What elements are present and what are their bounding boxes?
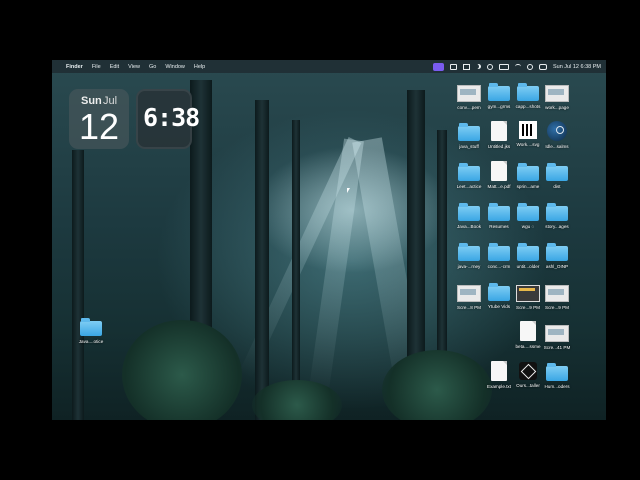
screenshot-icon <box>545 85 569 102</box>
screenshot-icon <box>516 285 540 302</box>
desktop-icon-label: Scre...9 PM <box>545 305 569 310</box>
desktop-icon[interactable]: Scre...9 PM <box>540 281 574 310</box>
folder-icon <box>517 83 539 101</box>
folder-icon <box>458 243 480 261</box>
desktop-icon[interactable]: dist <box>540 161 574 189</box>
menu-clock[interactable]: Sun Jul 12 6:38 PM <box>553 64 601 70</box>
folder-icon <box>458 203 480 221</box>
menu-app-name[interactable]: Finder <box>66 64 83 70</box>
mouse-cursor <box>347 188 350 193</box>
menu-view[interactable]: View <box>128 64 140 70</box>
folder-icon <box>517 243 539 261</box>
image-icon <box>519 121 537 139</box>
desktop-icon[interactable]: Hum...oders <box>540 361 574 389</box>
menu-go[interactable]: Go <box>149 64 156 70</box>
desktop-icon[interactable]: conv....pem <box>452 81 486 110</box>
desktop-icon[interactable]: Scre...8 PM <box>452 281 486 310</box>
menu-edit[interactable]: Edit <box>110 64 119 70</box>
desktop-icon-label: work...page <box>545 105 569 110</box>
moon-icon[interactable] <box>476 64 481 69</box>
menu-help[interactable]: Help <box>194 64 205 70</box>
desktop-icon-label: Idle...salms <box>545 144 569 149</box>
folder-icon <box>458 123 480 141</box>
tree-trunk <box>255 100 269 420</box>
document-icon <box>491 121 507 141</box>
desktop-icon[interactable]: ashl_OINP <box>540 241 574 269</box>
desktop-icon-label: Java....otice <box>78 339 104 344</box>
desktop-icon-label: ashl_OINP <box>545 264 569 269</box>
folder-icon <box>546 363 568 381</box>
screenshot-icon <box>457 285 481 302</box>
menu-file[interactable]: File <box>92 64 101 70</box>
screen-record-icon[interactable] <box>432 62 444 71</box>
desktop[interactable]: Finder File Edit View Go Window Help Sun… <box>52 60 606 420</box>
display-icon[interactable] <box>462 63 470 70</box>
desktop-icon[interactable]: java-...rney <box>452 241 486 269</box>
control-center-icon[interactable] <box>538 63 547 70</box>
menu-window[interactable]: Window <box>165 64 185 70</box>
desktop-icon[interactable]: Scre...41 PM <box>540 321 574 350</box>
wifi-icon[interactable] <box>514 64 521 69</box>
desktop-icon-label: dist <box>553 184 561 189</box>
desktop-icon-label: Scre...8 PM <box>457 305 481 310</box>
desktop-icon[interactable]: Leet...actice <box>452 161 486 189</box>
tree-trunk <box>292 120 300 420</box>
foliage <box>122 320 242 420</box>
desktop-icon-label: java_stuff <box>459 144 479 149</box>
document-icon <box>491 161 507 181</box>
clock-widget[interactable]: 6:38 <box>136 89 200 149</box>
folder-icon <box>546 243 568 261</box>
camera-icon[interactable] <box>449 63 457 70</box>
desktop-icon[interactable]: story...ages <box>540 201 574 229</box>
folder-icon <box>488 243 510 261</box>
screenshot-icon <box>545 285 569 302</box>
date-day: 12 <box>79 106 120 147</box>
document-icon <box>520 321 536 341</box>
folder-icon <box>546 203 568 221</box>
desktop-icon[interactable]: java_stuff <box>452 121 486 149</box>
folder-icon <box>546 163 568 181</box>
foliage <box>382 350 492 420</box>
document-icon <box>491 361 507 381</box>
folder-icon <box>488 283 510 301</box>
desktop-icon-label: Java...Book <box>456 224 481 229</box>
desktop-icon[interactable]: Java....otice <box>74 316 108 344</box>
desktop-icon[interactable]: Java...Book <box>452 201 486 229</box>
folder-icon <box>517 203 539 221</box>
desktop-icon-label: Scre...41 PM <box>543 345 571 350</box>
date-widget[interactable]: Sun Jul 12 <box>69 89 129 149</box>
desktop-icon-label: Hum...oders <box>544 384 570 389</box>
desktop-icon[interactable]: work...page <box>540 81 574 110</box>
tree-trunk <box>72 150 84 420</box>
desktop-icon-label: Leet...actice <box>456 184 482 189</box>
menu-bar: Finder File Edit View Go Window Help Sun… <box>52 60 606 73</box>
search-icon[interactable] <box>526 63 533 70</box>
folder-icon <box>458 163 480 181</box>
folder-icon <box>80 318 102 336</box>
folder-icon <box>488 83 510 101</box>
desktop-icon-label: conv....pem <box>457 105 481 110</box>
folder-icon <box>488 203 510 221</box>
installer-icon <box>519 362 537 380</box>
folder-icon <box>517 163 539 181</box>
steam-icon <box>547 121 567 141</box>
clock-time: 6:38 <box>143 103 200 132</box>
desktop-icon[interactable]: Idle...salms <box>540 121 574 149</box>
screenshot-icon <box>457 85 481 102</box>
desktop-icon-label: java-...rney <box>457 264 481 269</box>
control-icon[interactable] <box>486 63 493 70</box>
screenshot-icon <box>545 325 569 342</box>
status-area: Sun Jul 12 6:38 PM <box>432 60 601 73</box>
desktop-icon-label: story...ages <box>545 224 569 229</box>
battery-icon[interactable] <box>498 63 509 70</box>
